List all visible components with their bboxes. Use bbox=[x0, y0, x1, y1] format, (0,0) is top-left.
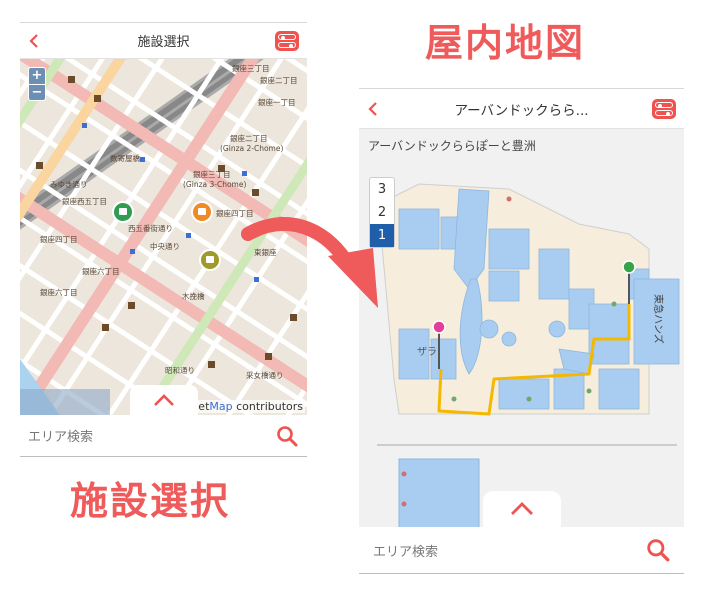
indoor-map-screen: アーバンドックらら... ザラ 東急ハンズ アーバンドックららぽーと豊洲 3 2… bbox=[359, 88, 684, 574]
svg-text:銀座四丁目: 銀座四丁目 bbox=[40, 234, 78, 244]
screenshot-stage: 施設選択 銀座三丁目 銀座二丁目 銀座一丁目 銀座二丁目 (Ginza 2-Ch… bbox=[0, 0, 720, 590]
chevron-left-icon bbox=[29, 33, 38, 48]
search-icon[interactable] bbox=[275, 424, 299, 448]
transition-arrow-icon bbox=[241, 217, 378, 308]
settings-toggle-icon[interactable] bbox=[275, 30, 299, 51]
search-icon[interactable] bbox=[646, 538, 670, 562]
svg-text:(Ginza 2-Chome): (Ginza 2-Chome) bbox=[220, 144, 283, 153]
caption-indoor-map: 屋内地図 bbox=[425, 21, 586, 65]
svg-text:銀座一丁目: 銀座一丁目 bbox=[258, 97, 296, 107]
svg-text:銀座六丁目: 銀座六丁目 bbox=[82, 266, 120, 276]
svg-text:数寄屋橋: 数寄屋橋 bbox=[110, 153, 140, 163]
svg-text:西五番街通り: 西五番街通り bbox=[128, 223, 173, 233]
chevron-up-icon bbox=[510, 502, 533, 515]
attribution-suffix: contributors bbox=[232, 400, 303, 413]
svg-text:銀座西五丁目: 銀座西五丁目 bbox=[62, 196, 107, 206]
store-label-tokyu-hands: 東急ハンズ bbox=[652, 294, 665, 344]
area-search-bar[interactable]: エリア検索 bbox=[20, 415, 307, 457]
svg-text:昭和通り: 昭和通り bbox=[165, 365, 195, 375]
store-label-zara: ザラ bbox=[417, 346, 437, 358]
facility-pin-orange bbox=[191, 201, 213, 223]
area-search-bar[interactable]: エリア検索 bbox=[359, 527, 684, 574]
caption-facility-select: 施設選択 bbox=[70, 479, 231, 523]
header: 施設選択 bbox=[20, 23, 307, 59]
page-title: アーバンドックらら... bbox=[454, 102, 589, 119]
search-input[interactable]: エリア検索 bbox=[373, 541, 646, 560]
settings-toggle-icon[interactable] bbox=[652, 98, 676, 119]
zoom-control: + − bbox=[28, 67, 46, 101]
svg-text:銀座二丁目: 銀座二丁目 bbox=[260, 75, 298, 85]
attribution-link[interactable]: Map bbox=[209, 400, 232, 413]
floor-3-button[interactable]: 3 bbox=[370, 178, 394, 201]
floor-plan-graphic: ザラ 東急ハンズ bbox=[359, 129, 684, 527]
chevron-up-icon bbox=[153, 394, 174, 406]
back-button[interactable] bbox=[28, 32, 44, 50]
svg-text:みゆき通り: みゆき通り bbox=[50, 179, 88, 189]
svg-text:銀座三丁目: 銀座三丁目 bbox=[232, 63, 270, 73]
zoom-out-button[interactable]: − bbox=[29, 84, 45, 100]
expand-panel-button[interactable] bbox=[129, 385, 198, 415]
expand-panel-button[interactable] bbox=[482, 491, 561, 527]
svg-text:銀座二丁目: 銀座二丁目 bbox=[230, 133, 268, 143]
svg-text:銀座三丁目: 銀座三丁目 bbox=[193, 169, 231, 179]
svg-text:采女橋通り: 采女橋通り bbox=[246, 370, 284, 380]
svg-text:(Ginza 3-Chome): (Ginza 3-Chome) bbox=[183, 180, 246, 189]
facility-pin-olive bbox=[199, 249, 221, 271]
search-input[interactable]: エリア検索 bbox=[28, 426, 275, 445]
header: アーバンドックらら... bbox=[359, 89, 684, 129]
back-button[interactable] bbox=[367, 100, 383, 118]
facility-name: アーバンドックららぽーと豊洲 bbox=[368, 139, 536, 153]
svg-text:銀座六丁目: 銀座六丁目 bbox=[40, 287, 78, 297]
facility-pin-green bbox=[112, 201, 134, 223]
indoor-map[interactable]: ザラ 東急ハンズ アーバンドックららぽーと豊洲 3 2 1 bbox=[359, 129, 684, 527]
zoom-in-button[interactable]: + bbox=[29, 68, 45, 84]
chevron-left-icon bbox=[368, 101, 377, 116]
svg-text:中央通り: 中央通り bbox=[150, 241, 180, 251]
svg-text:木挽橋: 木挽橋 bbox=[182, 291, 205, 301]
page-title: 施設選択 bbox=[137, 35, 190, 50]
